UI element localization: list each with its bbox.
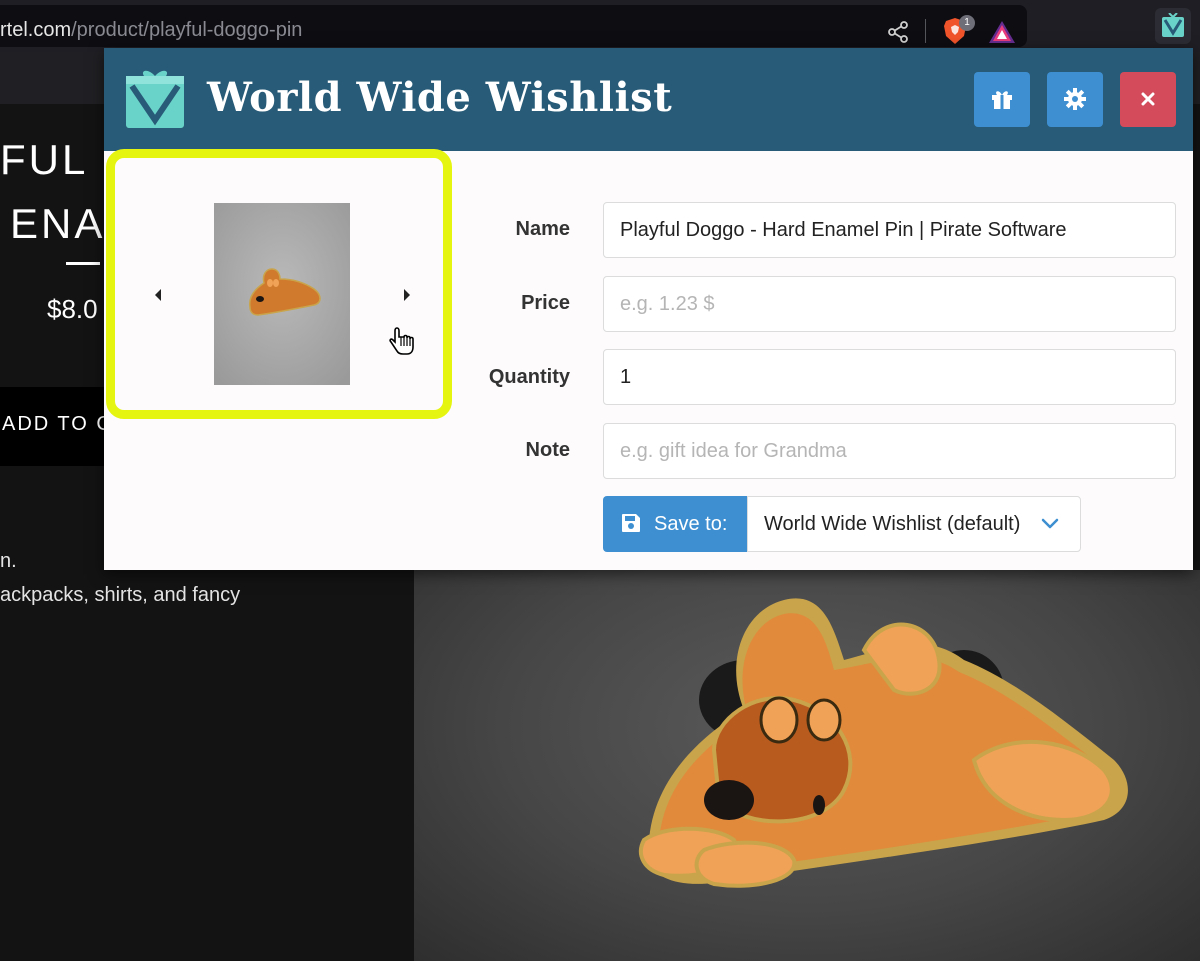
prev-image-arrow-icon[interactable] xyxy=(151,286,165,304)
browser-toolbar: rtel.com/product/playful-doggo-pin 1 xyxy=(0,0,1200,52)
title-divider xyxy=(66,262,100,265)
note-label: Note xyxy=(525,439,570,461)
product-thumbnail xyxy=(214,203,350,385)
popup-header: World Wide Wishlist xyxy=(104,48,1193,151)
quantity-input[interactable] xyxy=(603,349,1176,405)
share-icon[interactable] xyxy=(886,20,910,44)
wishlist-dropdown-value: World Wide Wishlist (default) xyxy=(764,513,1021,535)
url-path: /product/playful-doggo-pin xyxy=(71,19,303,41)
quantity-label: Quantity xyxy=(488,366,570,388)
thumbnail-image xyxy=(214,203,350,385)
wishlist-popup: World Wide Wishlist Name Playful Doggo -… xyxy=(104,48,1193,570)
product-photo xyxy=(414,570,1200,961)
url-domain: rtel.com xyxy=(0,19,72,41)
floppy-disk-icon xyxy=(622,514,640,532)
save-button-label: Save to: xyxy=(654,513,728,535)
url-divider xyxy=(925,19,926,43)
wishlist-logo-icon xyxy=(126,70,184,128)
price-label: Price xyxy=(521,292,570,314)
wishlist-dropdown[interactable]: World Wide Wishlist (default) xyxy=(747,496,1081,552)
wishlist-extension-icon xyxy=(1162,13,1184,37)
wishlist-view-button[interactable] xyxy=(974,72,1030,127)
hand-cursor-icon xyxy=(389,327,414,355)
note-input[interactable] xyxy=(603,423,1176,479)
url-text[interactable]: rtel.com/product/playful-doggo-pin xyxy=(0,19,302,42)
settings-button[interactable] xyxy=(1047,72,1103,127)
close-button[interactable] xyxy=(1120,72,1176,127)
popup-title: World Wide Wishlist xyxy=(207,74,673,121)
product-price: $8.0 xyxy=(47,294,98,324)
gear-icon xyxy=(1064,88,1086,110)
wishlist-extension-button[interactable] xyxy=(1155,8,1191,44)
shields-badge: 1 xyxy=(959,15,975,31)
close-icon xyxy=(1141,92,1155,106)
name-input[interactable] xyxy=(603,202,1176,258)
add-to-cart-label: ADD TO C xyxy=(2,413,113,435)
name-label: Name xyxy=(515,218,570,240)
chevron-down-icon xyxy=(1041,518,1059,529)
product-title-line2: ENA xyxy=(10,200,106,247)
price-input[interactable] xyxy=(603,276,1176,332)
rewards-triangle-icon[interactable] xyxy=(988,19,1016,45)
doggo-pin-photo xyxy=(638,598,1128,888)
save-button[interactable]: Save to: xyxy=(603,496,748,552)
product-description-line1: n. xyxy=(0,550,17,572)
gift-icon xyxy=(992,91,1012,109)
address-bar[interactable]: rtel.com/product/playful-doggo-pin 1 xyxy=(0,5,1027,47)
product-description-line2: ackpacks, shirts, and fancy xyxy=(0,584,241,606)
